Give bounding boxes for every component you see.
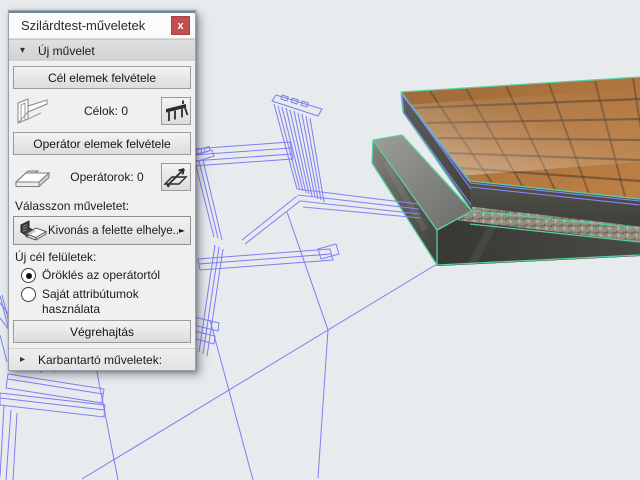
- palette-title: Szilárdtest-műveletek: [21, 18, 171, 33]
- radio-label: Saját attribútumok használata: [42, 287, 164, 316]
- section-header-new-operation[interactable]: ▾ Új művelet: [9, 39, 195, 62]
- solid-operations-palette: Szilárdtest-műveletek x ▾ Új művelet Cél…: [8, 10, 196, 371]
- operators-count-value: 0: [137, 170, 144, 184]
- section-label: Karbantartó műveletek:: [38, 353, 162, 367]
- pick-targets-button[interactable]: [161, 97, 191, 125]
- radio-label: Öröklés az operátortól: [42, 268, 164, 283]
- targets-count-label: Célok:: [84, 104, 118, 118]
- operators-row: Operátorok: 0: [9, 159, 195, 194]
- new-target-surfaces-label: Új cél felületek:: [15, 250, 189, 264]
- operator-slab-icon: [13, 163, 53, 191]
- target-solid-icon: [13, 95, 51, 127]
- arrow-plane-icon: [163, 165, 189, 189]
- chevron-right-icon: ▸: [20, 354, 29, 365]
- add-operators-button[interactable]: Operátor elemek felvétele: [13, 132, 191, 155]
- operators-count-label: Operátorok:: [70, 170, 133, 184]
- section-label: Új művelet: [38, 44, 95, 58]
- chevron-down-icon: ▾: [20, 45, 29, 56]
- operation-dropdown-value: Kivonás a felette elhelye...: [48, 225, 178, 237]
- application-window: Szilárdtest-műveletek x ▾ Új művelet Cél…: [0, 0, 640, 480]
- add-targets-button[interactable]: Cél elemek felvétele: [13, 66, 191, 89]
- operation-dropdown[interactable]: Kivonás a felette elhelye... ►: [13, 216, 191, 245]
- close-button[interactable]: x: [171, 16, 190, 35]
- radio-unselected-icon[interactable]: [21, 287, 36, 302]
- choose-operation-label: Válasszon műveletet:: [15, 199, 189, 213]
- table-icon: [163, 99, 189, 123]
- pick-operators-button[interactable]: [161, 163, 191, 191]
- radio-option-own-attributes[interactable]: Saját attribútumok használata: [21, 287, 189, 316]
- targets-row: Célok: 0: [9, 93, 195, 128]
- subtract-operation-icon: [16, 217, 48, 244]
- close-icon: x: [177, 20, 183, 32]
- dropdown-arrow-icon: ►: [178, 226, 186, 235]
- targets-count-value: 0: [121, 104, 128, 118]
- radio-option-inherit[interactable]: Öröklés az operátortól: [21, 268, 189, 283]
- section-header-maintenance[interactable]: ▸ Karbantartó műveletek:: [9, 348, 195, 370]
- execute-button[interactable]: Végrehajtás: [13, 320, 191, 343]
- radio-selected-icon[interactable]: [21, 268, 36, 283]
- palette-titlebar[interactable]: Szilárdtest-műveletek x: [9, 11, 195, 39]
